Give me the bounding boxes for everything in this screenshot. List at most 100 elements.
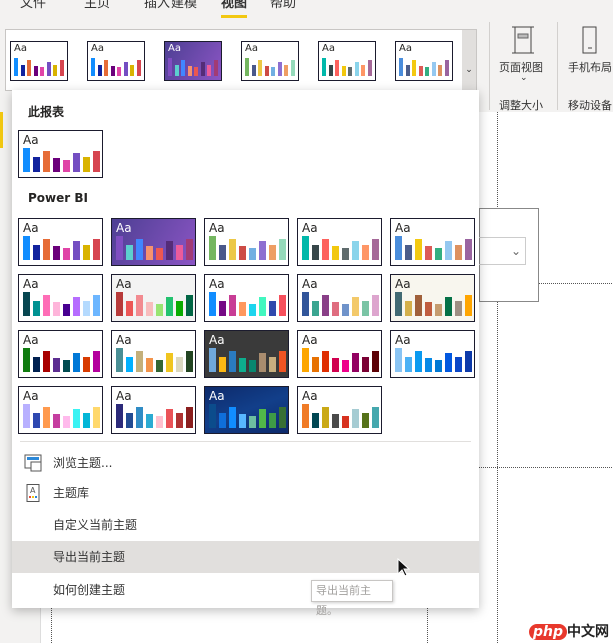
color-swatch-bar	[174, 64, 179, 76]
color-swatch-bar	[352, 297, 359, 316]
color-swatch-bar	[33, 301, 40, 316]
color-swatch-bar	[259, 241, 266, 260]
color-swatch-bar	[53, 158, 60, 172]
theme-thumbnail[interactable]: Aa	[297, 218, 382, 266]
theme-thumbnail[interactable]: Aa	[204, 218, 289, 266]
phone-layout-button[interactable]: 手机布局	[566, 26, 613, 76]
color-swatch-bar	[46, 61, 51, 76]
menu-item-customize-theme[interactable]: 自定义当前主题	[12, 509, 479, 541]
color-swatch-bar	[328, 64, 333, 76]
menu-item-theme-gallery[interactable]: A 主题库	[12, 477, 479, 509]
theme-thumbnail[interactable]: Aa	[204, 330, 289, 378]
color-swatch-bar	[33, 65, 38, 76]
visual-box[interactable]: ⌄	[478, 208, 539, 302]
color-swatch-bar	[229, 350, 236, 372]
color-swatch-bar	[251, 64, 256, 76]
tab-view[interactable]: 视图	[221, 0, 248, 18]
color-swatch-bar	[186, 406, 193, 428]
color-swatch-bar	[239, 414, 246, 428]
color-swatch-bar	[186, 350, 193, 372]
theme-thumbnail[interactable]: Aa	[10, 41, 68, 81]
color-swatch-bar	[219, 245, 226, 260]
gallery-icon: A	[26, 484, 40, 502]
phone-layout-label: 手机布局	[568, 61, 612, 74]
color-swatch-bar	[279, 238, 286, 260]
theme-thumbnail[interactable]: Aa	[87, 41, 145, 81]
color-swatch-bar	[186, 238, 193, 260]
theme-thumbnail[interactable]: Aa	[390, 274, 475, 322]
tab-help[interactable]: 帮助	[270, 0, 296, 11]
menu-item-label: 主题库	[53, 486, 90, 500]
theme-thumbnail[interactable]: Aa	[204, 386, 289, 434]
theme-thumbnail[interactable]: Aa	[111, 386, 196, 434]
color-swatch-bar	[200, 61, 205, 76]
color-swatch-bar	[455, 357, 462, 372]
tab-file[interactable]: 文件	[20, 0, 46, 11]
theme-thumbnail[interactable]: Aa	[390, 330, 475, 378]
sample-text: Aa	[395, 277, 411, 291]
color-swatch-bar	[259, 409, 266, 428]
color-swatch-bar	[438, 64, 442, 76]
color-swatch-bar	[93, 350, 100, 372]
color-swatch-bar	[91, 58, 95, 76]
theme-thumbnail[interactable]: Aa	[164, 41, 222, 81]
color-swatch-bar	[146, 358, 153, 372]
theme-thumbnail[interactable]: Aa	[18, 274, 103, 322]
color-swatch-bar	[209, 404, 216, 428]
menu-item-how-to-create-theme[interactable]: 如何创建主题	[12, 574, 479, 606]
theme-thumbnail[interactable]: Aa	[18, 130, 103, 178]
color-swatch-bar	[63, 304, 70, 316]
theme-dropdown-panel: 此报表 Power BI 浏览主题... A 主题库 自定义当前主题 导出当前主…	[12, 90, 479, 608]
color-swatch-bar	[93, 150, 100, 172]
color-swatch-bar	[405, 64, 410, 76]
page-view-button[interactable]: 页面视图 ⌄	[496, 26, 552, 92]
color-swatch-bar	[455, 301, 462, 316]
color-swatch-bar	[104, 60, 108, 76]
tab-modeling[interactable]: 建模	[171, 0, 197, 11]
theme-thumbnail[interactable]: Aa	[318, 41, 376, 81]
color-swatch-bar	[166, 409, 173, 428]
sample-text: Aa	[23, 277, 39, 291]
color-swatch-bar	[367, 60, 372, 76]
color-swatch-bar	[322, 238, 329, 260]
color-swatch-bar	[219, 413, 226, 428]
theme-thumbnail[interactable]: Aa	[111, 274, 196, 322]
color-swatch-bar	[20, 64, 25, 76]
tab-insert[interactable]: 插入	[144, 0, 170, 11]
color-swatch-bar	[229, 238, 236, 260]
color-swatch-bar	[302, 236, 309, 260]
selection-indicator	[0, 112, 3, 148]
theme-thumbnail[interactable]: Aa	[204, 274, 289, 322]
color-swatch-bar	[126, 301, 133, 316]
slicer-dropdown[interactable]: ⌄	[478, 237, 526, 265]
gallery-expand-button[interactable]: ⌄	[462, 30, 476, 90]
color-swatch-bar	[126, 357, 133, 372]
theme-thumbnail[interactable]: Aa	[18, 218, 103, 266]
sample-text: Aa	[395, 333, 411, 347]
theme-thumbnail[interactable]: Aa	[297, 274, 382, 322]
color-swatch-bar	[43, 350, 50, 372]
this-report-header: 此报表	[28, 105, 65, 119]
color-swatch-bar	[348, 67, 352, 76]
color-swatch-bar	[97, 64, 102, 76]
color-swatch-bar	[352, 353, 359, 372]
theme-thumbnail[interactable]: Aa	[395, 41, 453, 81]
sample-text: Aa	[168, 43, 181, 54]
color-swatch-bar	[332, 246, 339, 260]
color-swatch-bar	[136, 406, 143, 428]
sample-text: Aa	[116, 221, 132, 235]
theme-thumbnail[interactable]: Aa	[111, 218, 196, 266]
color-swatch-bar	[435, 248, 442, 260]
color-swatch-bar	[187, 65, 192, 76]
tab-home[interactable]: 主页	[84, 0, 110, 11]
theme-thumbnail[interactable]: Aa	[18, 386, 103, 434]
theme-thumbnail[interactable]: Aa	[111, 330, 196, 378]
theme-thumbnail[interactable]: Aa	[390, 218, 475, 266]
theme-thumbnail[interactable]: Aa	[297, 330, 382, 378]
theme-thumbnail[interactable]: Aa	[18, 330, 103, 378]
color-swatch-bar	[342, 416, 349, 428]
menu-item-browse-themes[interactable]: 浏览主题...	[12, 447, 479, 479]
sample-text: Aa	[209, 277, 225, 291]
theme-thumbnail[interactable]: Aa	[241, 41, 299, 81]
theme-thumbnail[interactable]: Aa	[297, 386, 382, 434]
